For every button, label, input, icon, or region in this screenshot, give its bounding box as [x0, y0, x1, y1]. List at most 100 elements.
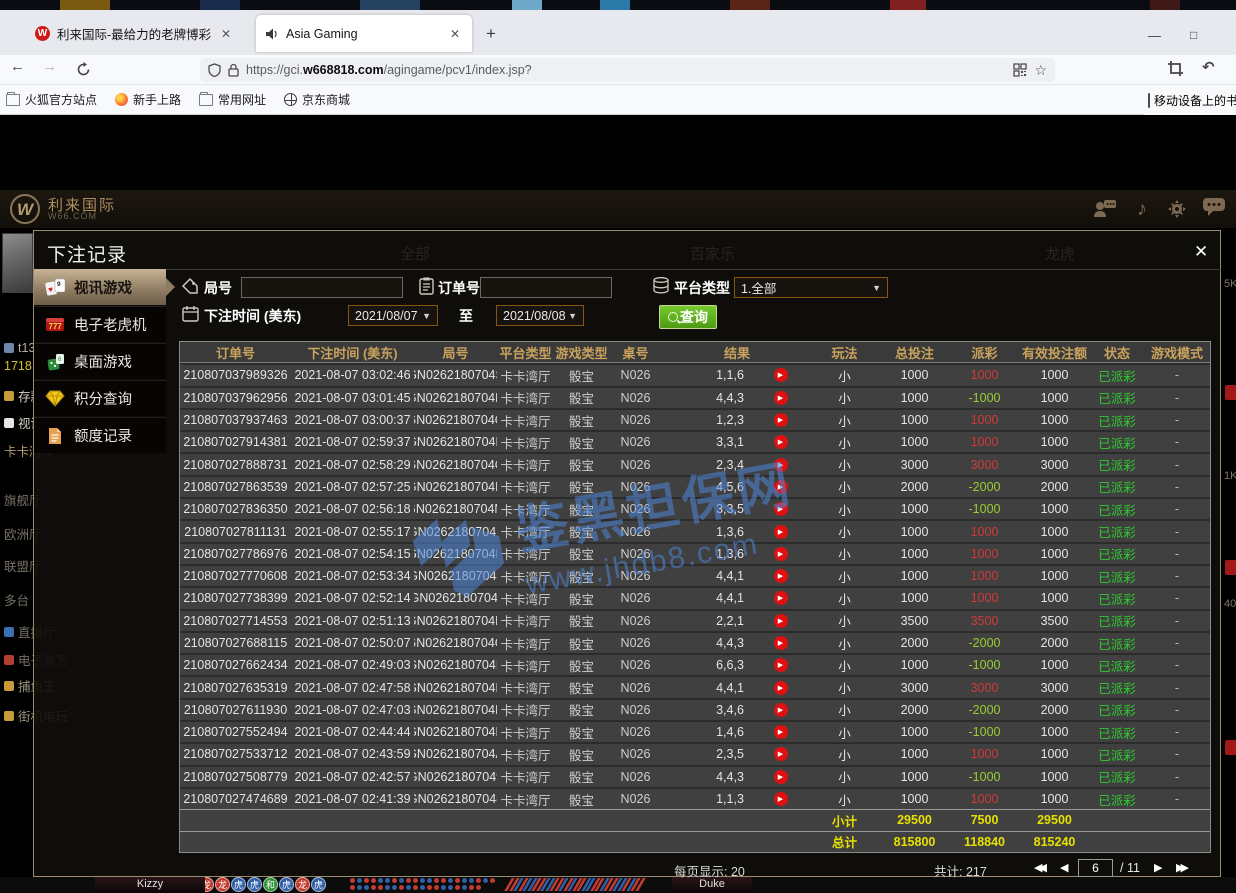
empty-cell [1142, 810, 1212, 830]
cell: 210807027836350 [180, 499, 291, 519]
user-avatar [2, 233, 33, 293]
tab-close-icon[interactable]: ✕ [219, 27, 233, 41]
order-input[interactable] [480, 277, 612, 298]
bead-dot [392, 878, 397, 883]
replay-play-icon[interactable]: ▶ [774, 435, 788, 449]
music-icon[interactable]: ♪ [1137, 198, 1147, 221]
undo-icon[interactable]: ↶ [1202, 58, 1215, 76]
last-page-button[interactable]: ▶▶ [1176, 861, 1192, 874]
replay-play-icon[interactable]: ▶ [774, 547, 788, 561]
cell: 小 [812, 454, 877, 474]
next-page-button[interactable]: ▶ [1154, 861, 1162, 874]
replay-play-icon[interactable]: ▶ [774, 725, 788, 739]
sidebar-item-电子老虎机[interactable]: 777电子老虎机 [34, 306, 166, 342]
customer-service-icon[interactable] [1093, 198, 1117, 218]
settings-gear-icon[interactable] [1168, 200, 1186, 218]
shield-icon[interactable] [208, 63, 221, 77]
replay-play-icon[interactable]: ▶ [774, 525, 788, 539]
browser-tab-w66[interactable]: W 利来国际-最给力的老牌博彩网站 ✕ [25, 15, 243, 52]
bookmark-item[interactable]: 京东商城 [284, 91, 350, 108]
cell: 小 [812, 499, 877, 519]
replay-play-icon[interactable]: ▶ [774, 636, 788, 650]
sidebar-item-积分查询[interactable]: 积分查询 [34, 380, 166, 416]
window-minimize-button[interactable]: — [1148, 28, 1161, 43]
cell: 210807027914381 [180, 432, 291, 452]
cell: 小 [812, 388, 877, 408]
result-value: 4,4,1 [687, 681, 774, 695]
replay-play-icon[interactable]: ▶ [774, 681, 788, 695]
platform-select[interactable]: 1.全部 ▼ [734, 277, 888, 298]
dealer-name-label: Kizzy [95, 877, 205, 893]
modal-close-icon[interactable]: ✕ [1194, 242, 1208, 262]
w66-logo-icon: W [10, 194, 40, 224]
decor [730, 0, 770, 10]
bead-dot [378, 878, 383, 883]
cell: GN0262180704O [414, 454, 497, 474]
qr-code-icon[interactable] [1013, 63, 1027, 77]
table-row: 2108070276119302021-08-07 02:47:03GN0262… [180, 698, 1210, 720]
bookmark-item[interactable]: 新手上路 [115, 91, 181, 108]
cell: 210807027714553 [180, 611, 291, 631]
cell: 1000 [952, 432, 1017, 452]
tab-close-icon[interactable]: ✕ [448, 27, 462, 41]
cell: - [1142, 677, 1212, 697]
cell: 骰宝 [554, 700, 609, 720]
subtotal-row-value: 29500 [877, 810, 952, 830]
cell: 1000 [1017, 365, 1092, 385]
bookmark-star-icon[interactable]: ☆ [1034, 62, 1047, 79]
back-button[interactable]: ← [10, 58, 25, 75]
replay-play-icon[interactable]: ▶ [774, 502, 788, 516]
prev-page-button[interactable]: ◀ [1060, 861, 1068, 874]
replay-play-icon[interactable]: ▶ [774, 480, 788, 494]
replay-play-icon[interactable]: ▶ [774, 703, 788, 717]
replay-play-icon[interactable]: ▶ [774, 413, 788, 427]
first-page-button[interactable]: ◀◀ [1034, 861, 1050, 874]
round-input[interactable] [241, 277, 403, 298]
replay-play-icon[interactable]: ▶ [774, 792, 788, 806]
forward-button[interactable]: → [42, 58, 57, 75]
date-from-select[interactable]: 2021/08/07 ▼ [348, 305, 438, 326]
search-button[interactable]: 查询 [659, 305, 717, 329]
cell: 已派彩 [1092, 677, 1142, 697]
cell: 小 [812, 365, 877, 385]
bead-dot [364, 878, 369, 883]
date-to-select[interactable]: 2021/08/08 ▼ [496, 305, 584, 326]
replay-play-icon[interactable]: ▶ [774, 591, 788, 605]
reload-button[interactable] [76, 62, 91, 77]
sidebar-item-视讯游戏[interactable]: ♥9视讯游戏 [34, 269, 166, 305]
replay-play-icon[interactable]: ▶ [774, 614, 788, 628]
cell: 卡卡湾厅 [497, 388, 554, 408]
cell: 骰宝 [554, 566, 609, 586]
chat-icon[interactable] [1203, 198, 1225, 216]
sidebar-item-额度记录[interactable]: 额度记录 [34, 417, 166, 453]
cell: 小 [812, 521, 877, 541]
cell: GN0262180704A [414, 744, 497, 764]
replay-play-icon[interactable]: ▶ [774, 569, 788, 583]
url-bar[interactable]: https://gci.w668818.com/agingame/pcv1/in… [200, 58, 1055, 82]
screenshot-icon[interactable] [1168, 61, 1183, 76]
replay-play-icon[interactable]: ▶ [774, 391, 788, 405]
lock-icon[interactable] [228, 63, 239, 77]
cell: 210807027662434 [180, 655, 291, 675]
cell: -2000 [952, 477, 1017, 497]
page-number-input[interactable]: 6 [1078, 859, 1113, 877]
replay-play-icon[interactable]: ▶ [774, 458, 788, 472]
replay-play-icon[interactable]: ▶ [774, 368, 788, 382]
replay-play-icon[interactable]: ▶ [774, 770, 788, 784]
result-value: 4,4,1 [687, 569, 774, 583]
cell: 2021-08-07 02:44:44 [291, 722, 414, 742]
window-maximize-button[interactable]: □ [1190, 28, 1197, 42]
url-text[interactable]: https://gci.w668818.com/agingame/pcv1/in… [246, 63, 1006, 77]
cell: - [1142, 410, 1212, 430]
sidebar-item-桌面游戏[interactable]: 6桌面游戏 [34, 343, 166, 379]
browser-tab-asia-gaming[interactable]: Asia Gaming ✕ [256, 15, 472, 52]
replay-play-icon[interactable]: ▶ [774, 658, 788, 672]
replay-play-icon[interactable]: ▶ [774, 747, 788, 761]
cell: 1000 [952, 544, 1017, 564]
bookmark-item[interactable]: 火狐官方站点 [6, 91, 97, 108]
cell: 骰宝 [554, 432, 609, 452]
background-fragment: 40 [1224, 598, 1236, 610]
bookmark-item[interactable]: 常用网址 [199, 91, 266, 108]
bookmark-mobile[interactable]: 移动设备上的书签 [1144, 85, 1236, 115]
new-tab-button[interactable]: + [486, 24, 496, 44]
